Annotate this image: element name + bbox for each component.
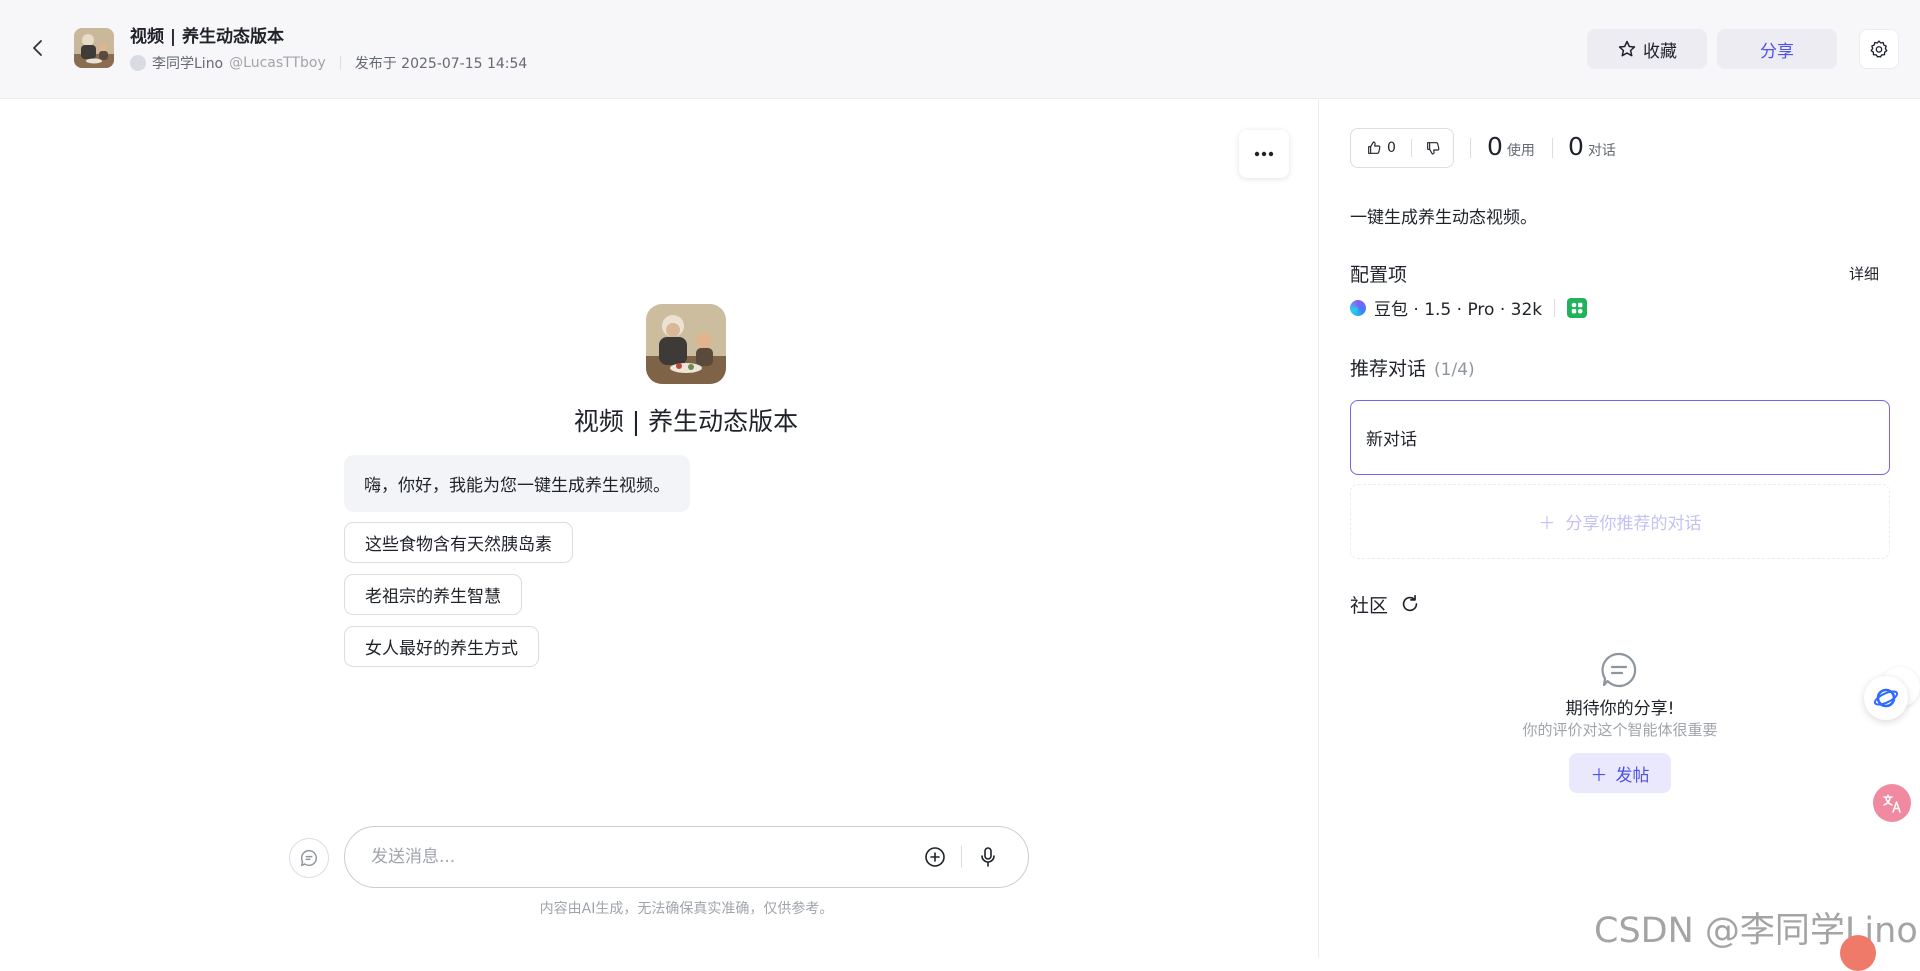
message-input[interactable] [371,847,921,867]
post-button[interactable]: ＋ 发帖 [1569,753,1671,793]
recommended-title: 推荐对话 (1/4) [1350,354,1475,381]
share-button[interactable]: 分享 [1717,29,1837,69]
divider [1554,298,1556,317]
clear-context-button[interactable] [289,838,329,878]
add-attachment-icon[interactable] [921,843,949,871]
divider [1552,138,1553,158]
divider [1470,138,1471,158]
favorite-button[interactable]: 收藏 [1587,29,1707,69]
more-options-button[interactable] [1239,130,1289,178]
empty-state-title: 期待你的分享! [1565,699,1675,719]
translate-icon [1883,794,1901,813]
like-button[interactable]: 0 [1351,140,1411,156]
post-label: 发帖 [1615,765,1650,786]
chat-area: 视频 | 养生动态版本 嗨，你好，我能为您一键生成养生视频。 这些食物含有天然胰… [0,100,1318,957]
bot-description: 一键生成养生动态视频。 [1350,208,1537,228]
info-sidebar: 0 0 使用 0 对话 一键生成养生动态视频。 配置项 详细 豆包 · 1.5 … [1319,100,1920,957]
doubao-logo-icon [1350,299,1366,316]
broom-chat-icon [300,849,318,867]
suggested-question[interactable]: 这些食物含有天然胰岛素 [344,522,573,563]
ai-disclaimer: 内容由AI生成，无法确保真实准确，仅供参考。 [539,901,834,917]
usage-stat: 0 使用 [1487,132,1535,161]
message-input-box [344,826,1029,888]
greeting-message: 嗨，你好，我能为您一键生成养生视频。 [344,455,690,512]
like-count: 0 [1387,140,1396,156]
config-title: 配置项 [1350,264,1408,286]
model-name: 豆包 · 1.5 · Pro · 32k [1374,300,1543,320]
plus-icon: ＋ [1590,765,1608,786]
thumbs-down-icon [1426,142,1439,155]
chat-stat: 0 对话 [1568,132,1616,161]
divider [339,56,341,70]
vote-group: 0 [1350,128,1454,168]
recommended-chat-item[interactable]: 新对话 [1350,400,1890,475]
thumbs-up-icon [1368,141,1381,154]
suggested-question[interactable]: 女人最好的养生方式 [344,626,539,667]
bot-avatar-large [646,304,726,384]
share-recommended-button[interactable]: ＋ 分享你推荐的对话 [1350,484,1890,559]
back-arrow-icon[interactable] [26,36,50,60]
recommended-title-text: 推荐对话 [1350,358,1427,380]
author-name[interactable]: 李同学Lino [152,53,223,73]
top-bar: 视频 | 养生动态版本 李同学Lino @LucasTTboy 发布于 2025… [0,0,1920,99]
author-avatar[interactable] [130,55,146,71]
floating-assistant-button[interactable] [1864,676,1908,720]
share-recommended-label: 分享你推荐的对话 [1565,514,1702,534]
ellipsis-icon [1254,151,1274,157]
bot-name: 视频 | 养生动态版本 [573,407,799,436]
chat-label: 对话 [1587,143,1616,159]
corner-avatar[interactable] [1840,935,1876,971]
translate-button[interactable] [1873,784,1911,822]
suggested-question[interactable]: 老祖宗的养生智慧 [344,574,522,615]
detail-link[interactable]: 详细 [1849,263,1879,284]
usage-label: 使用 [1506,143,1535,159]
settings-button[interactable] [1859,29,1899,69]
microphone-icon[interactable] [974,843,1002,871]
recommended-chat-label: 新对话 [1366,430,1417,450]
comment-icon [1599,650,1639,690]
gear-icon [1870,40,1888,58]
divider [961,846,962,868]
favorite-label: 收藏 [1643,41,1677,62]
empty-state-subtitle: 你的评价对这个智能体很重要 [1522,721,1718,739]
recommended-count: (1/4) [1434,360,1475,380]
dislike-button[interactable] [1412,140,1453,156]
star-icon [1618,40,1636,57]
bot-title: 视频 | 养生动态版本 [130,27,285,47]
bot-avatar [74,28,114,68]
model-info[interactable]: 豆包 · 1.5 · Pro · 32k [1350,295,1588,320]
usage-count: 0 [1487,132,1503,161]
publish-date: 发布于 2025-07-15 14:54 [354,56,528,72]
author-handle: @LucasTTboy [229,55,326,71]
plus-icon: ＋ [1538,514,1556,534]
share-label: 分享 [1760,41,1794,62]
planet-logo-icon [1873,688,1899,708]
refresh-icon[interactable] [1399,593,1421,615]
community-title: 社区 [1350,595,1389,617]
author-info: 李同学Lino @LucasTTboy 发布于 2025-07-15 14:54 [130,53,527,73]
plugin-icon[interactable] [1567,297,1588,318]
chat-count: 0 [1568,132,1584,161]
